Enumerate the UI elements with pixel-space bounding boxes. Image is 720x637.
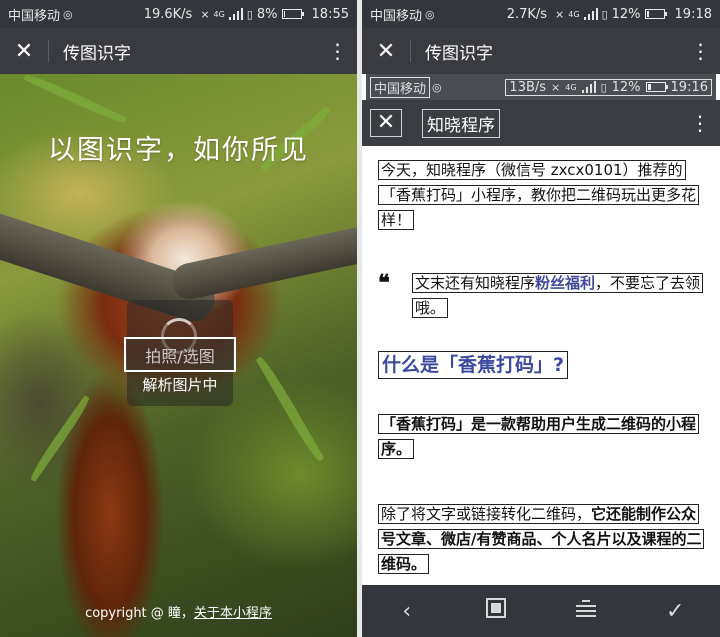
page-title: 传图识字 (425, 43, 493, 64)
text-align-button[interactable] (556, 599, 616, 624)
bottom-toolbar: ‹ ✓ (362, 585, 720, 637)
clock: 18:55 (311, 6, 349, 22)
close-icon[interactable]: ✕ (370, 109, 402, 137)
close-icon[interactable]: ✕ (362, 39, 410, 64)
clock: 19:16 (670, 79, 708, 95)
recognized-article: 今天，知晓程序（微信号 zxcx0101）推荐的「香蕉打码」小程序，教你把二维码… (362, 146, 720, 585)
sim-icon: ▯ (600, 80, 607, 94)
select-all-icon (486, 598, 507, 618)
text-block[interactable]: 今天，知晓程序（微信号 zxcx0101）推荐的「香蕉打码」小程序，教你把二维码… (378, 160, 700, 230)
article-quote: ❝ 文末还有知晓程序粉丝福利，不要忘了去领哦。 (378, 271, 704, 321)
status-bar: 中国移动 ◎ 19.6K/s ⨯ 4G ▯ 8% 18:55 (0, 0, 357, 28)
carrier-label: 中国移动 (8, 8, 61, 24)
signal-icon (228, 8, 243, 20)
text-block[interactable]: 「香蕉打码」是一款帮助用户生成二维码的小程序。 (378, 414, 700, 459)
text-block[interactable]: 除了将文字或链接转化二维码，它还能制作公众号文章、微店/有赞商品、个人名片以及课… (378, 504, 705, 574)
article-paragraph: 「香蕉打码」是一款帮助用户生成二维码的小程序。 (378, 412, 704, 462)
network-type: 4G (565, 82, 577, 92)
battery-percent: 12% (611, 79, 641, 95)
more-menu-icon[interactable]: ⋮ (317, 41, 357, 61)
tree-branch (168, 221, 357, 303)
battery-icon (645, 82, 668, 92)
recognized-title-bar: ✕ 知晓程序 ⋮ (362, 100, 720, 146)
parsing-status: 解析图片中 (142, 376, 218, 394)
bamboo-leaf (255, 354, 325, 464)
take-photo-button[interactable]: 拍照/选图 (124, 337, 236, 372)
article-paragraph: 除了将文字或链接转化二维码，它还能制作公众号文章、微店/有赞商品、个人名片以及课… (378, 502, 705, 577)
left-screen: 中国移动 ◎ 19.6K/s ⨯ 4G ▯ 8% 18:55 ✕ 传图识字 ⋮ … (0, 0, 357, 637)
battery-icon (281, 9, 304, 19)
mute-icon: ⨯ (551, 80, 561, 94)
text-block[interactable]: 什么是「香蕉打码」? (378, 351, 569, 379)
wechat-status-icon: ◎ (425, 7, 435, 21)
network-type: 4G (213, 9, 225, 19)
wechat-status-icon: ◎ (63, 7, 73, 21)
mute-icon: ⨯ (200, 7, 210, 21)
text-block[interactable]: 文末还有知晓程序粉丝福利，不要忘了去领哦。 (412, 273, 704, 318)
slogan: 以图识字，如你所见 (48, 135, 309, 166)
article-heading: 什么是「香蕉打码」? (378, 351, 704, 379)
more-menu-icon[interactable]: ⋮ (680, 111, 720, 135)
recognized-page-title: 知晓程序 (422, 108, 500, 138)
wechat-status-icon: ◎ (432, 80, 442, 94)
mute-icon: ⨯ (555, 7, 565, 21)
bamboo-leaf (23, 74, 127, 126)
sim-icon: ▯ (601, 7, 608, 21)
carrier-label: 中国移动 (370, 8, 423, 24)
bamboo-leaf (27, 394, 93, 483)
sim-icon: ▯ (246, 7, 253, 21)
title-bar: ✕ 传图识字 ⋮ (362, 28, 720, 74)
network-type: 4G (568, 9, 580, 19)
more-menu-icon[interactable]: ⋮ (680, 41, 720, 61)
network-speed: 13B/s (509, 79, 547, 95)
title-bar: ✕ 传图识字 ⋮ (0, 28, 357, 74)
paragraph-text: 除了将文字或链接转化二维码， (381, 505, 592, 523)
clock: 19:18 (674, 6, 712, 22)
signal-icon (583, 8, 598, 20)
page-title: 传图识字 (63, 43, 131, 64)
copyright-text: copyright @ 瞳， (85, 606, 194, 621)
text-align-icon (575, 599, 596, 618)
network-speed: 19.6K/s (143, 6, 193, 22)
back-icon[interactable]: ‹ (377, 599, 437, 624)
quote-icon: ❝ (378, 270, 390, 296)
select-all-button[interactable] (466, 598, 526, 624)
right-screen: 中国移动 ◎ 2.7K/s ⨯ 4G ▯ 12% 19:18 ✕ 传图识字 ⋮ … (362, 0, 720, 637)
battery-percent: 12% (611, 6, 641, 22)
close-icon[interactable]: ✕ (0, 39, 48, 64)
copyright-footer: copyright @ 瞳，关于本小程序 (0, 602, 357, 621)
status-bar: 中国移动 ◎ 2.7K/s ⨯ 4G ▯ 12% 19:18 (362, 0, 720, 28)
quote-highlight: 粉丝福利 (535, 274, 596, 292)
network-speed: 2.7K/s (506, 6, 548, 22)
about-link[interactable]: 关于本小程序 (194, 606, 272, 621)
carrier-label: 中国移动 (370, 76, 431, 98)
battery-icon (644, 9, 667, 19)
article-paragraph: 今天，知晓程序（微信号 zxcx0101）推荐的「香蕉打码」小程序，教你把二维码… (378, 158, 704, 233)
recognized-status-bar: 中国移动 ◎ 13B/s ⨯ 4G ▯ 12% 19:16 (366, 74, 716, 100)
battery-percent: 8% (256, 6, 278, 22)
signal-icon (581, 81, 596, 93)
confirm-icon[interactable]: ✓ (645, 599, 705, 624)
quote-text: 文末还有知晓程序 (415, 274, 536, 292)
